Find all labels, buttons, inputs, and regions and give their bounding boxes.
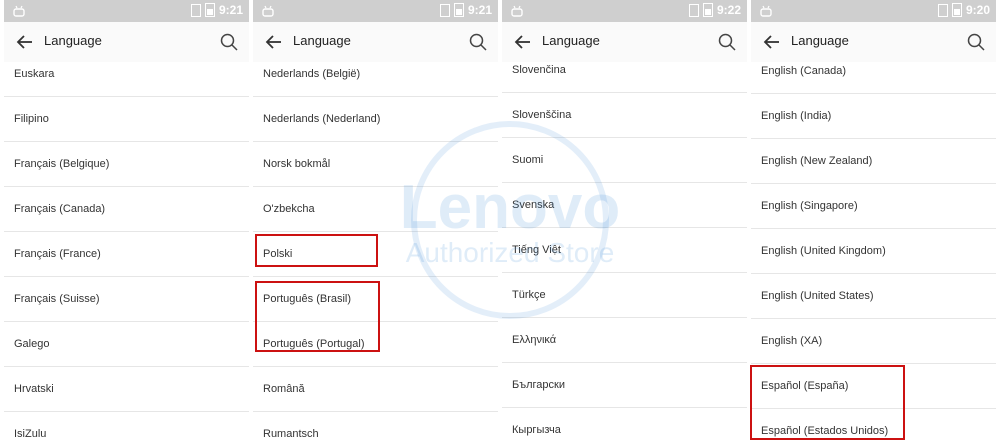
status-time: 9:21 — [218, 3, 243, 17]
status-bar: 9:21 — [4, 0, 249, 22]
status-right: 9:22 — [688, 3, 741, 17]
sim-icon — [937, 3, 948, 17]
language-item[interactable]: Norsk bokmål — [253, 142, 498, 187]
android-notification-icon — [511, 5, 523, 17]
status-bar: 9:22 — [502, 0, 747, 22]
status-right: 9:21 — [439, 3, 492, 17]
battery-icon — [453, 3, 464, 17]
status-right: 9:21 — [190, 3, 243, 17]
language-item[interactable]: Français (France) — [4, 232, 249, 277]
language-item[interactable]: Suomi — [502, 138, 747, 183]
page-title: Language — [542, 33, 600, 48]
status-right: 9:20 — [937, 3, 990, 17]
highlight-box — [750, 365, 905, 440]
status-time: 9:20 — [965, 3, 990, 17]
status-bar: 9:21 — [253, 0, 498, 22]
language-item[interactable]: Nederlands (België) — [253, 52, 498, 97]
search-icon[interactable] — [219, 32, 239, 52]
status-time: 9:22 — [716, 3, 741, 17]
highlight-box — [255, 234, 378, 267]
screen-panel-1: 9:21 Language Euskara Filipino Français … — [4, 0, 249, 443]
battery-icon — [204, 3, 215, 17]
language-item[interactable]: Română — [253, 367, 498, 412]
language-list: Slovenčina Slovenščina Suomi Svenska Tiế… — [502, 48, 747, 443]
language-item[interactable]: Français (Belgique) — [4, 142, 249, 187]
language-item[interactable]: Tiếng Việt — [502, 228, 747, 273]
highlight-box — [255, 281, 380, 352]
android-notification-icon — [13, 5, 25, 17]
android-notification-icon — [760, 5, 772, 17]
language-item[interactable]: English (United States) — [751, 274, 996, 319]
language-item[interactable]: Galego — [4, 322, 249, 367]
battery-icon — [702, 3, 713, 17]
back-arrow-icon[interactable] — [263, 31, 285, 53]
language-item[interactable]: Slovenščina — [502, 93, 747, 138]
sim-icon — [688, 3, 699, 17]
language-list: Euskara Filipino Français (Belgique) Fra… — [4, 52, 249, 443]
battery-icon — [951, 3, 962, 17]
language-item[interactable]: Türkçe — [502, 273, 747, 318]
search-icon[interactable] — [468, 32, 488, 52]
language-item[interactable]: Български — [502, 363, 747, 408]
language-item[interactable]: Svenska — [502, 183, 747, 228]
language-item[interactable]: English (Singapore) — [751, 184, 996, 229]
page-title: Language — [293, 33, 351, 48]
screen-panel-2: 9:21 Language Nederlands (België) Nederl… — [253, 0, 498, 443]
language-item[interactable]: English (Canada) — [751, 49, 996, 94]
language-item[interactable]: Français (Suisse) — [4, 277, 249, 322]
android-notification-icon — [262, 5, 274, 17]
language-item[interactable]: O'zbekcha — [253, 187, 498, 232]
page-title: Language — [791, 33, 849, 48]
sim-icon — [190, 3, 201, 17]
language-item[interactable]: Français (Canada) — [4, 187, 249, 232]
page-title: Language — [44, 33, 102, 48]
screen-panel-3: 9:22 Language Slovenčina Slovenščina Suo… — [502, 0, 747, 443]
language-item[interactable]: Rumantsch — [253, 412, 498, 443]
language-item[interactable]: Кыргызча — [502, 408, 747, 443]
language-item[interactable]: English (New Zealand) — [751, 139, 996, 184]
back-arrow-icon[interactable] — [14, 31, 36, 53]
language-item[interactable]: Ελληνικά — [502, 318, 747, 363]
sim-icon — [439, 3, 450, 17]
language-item[interactable]: English (United Kingdom) — [751, 229, 996, 274]
language-item[interactable]: Hrvatski — [4, 367, 249, 412]
language-item[interactable]: Nederlands (Nederland) — [253, 97, 498, 142]
language-item[interactable]: Euskara — [4, 52, 249, 97]
language-item[interactable]: Filipino — [4, 97, 249, 142]
language-item[interactable]: Slovenčina — [502, 48, 747, 93]
language-item[interactable]: English (India) — [751, 94, 996, 139]
language-item[interactable]: IsiZulu — [4, 412, 249, 443]
language-item[interactable]: English (XA) — [751, 319, 996, 364]
status-bar: 9:20 — [751, 0, 996, 22]
status-time: 9:21 — [467, 3, 492, 17]
